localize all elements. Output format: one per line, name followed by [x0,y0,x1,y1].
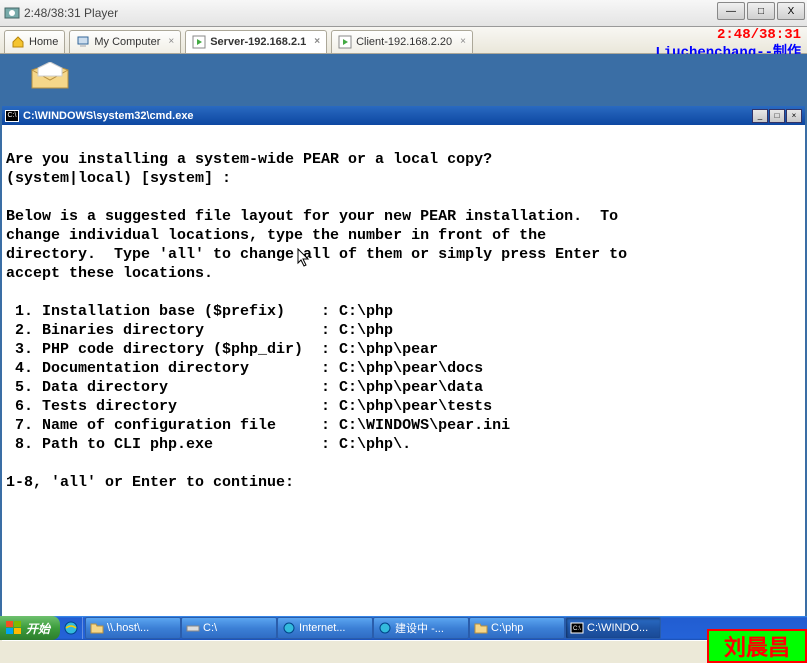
tab-server[interactable]: Server-192.168.2.1 × [185,30,327,53]
taskbar-button-cmd[interactable]: C:\ C:\WINDO... [565,617,661,639]
task-label: Internet... [299,622,345,634]
vm-power-icon [192,35,206,49]
quick-launch-ie-icon[interactable] [62,618,80,638]
task-label: 建设中 -... [395,620,444,636]
tab-home[interactable]: Home [4,30,65,53]
mail-desktop-icon[interactable] [30,62,70,92]
cmd-title: C:\WINDOWS\system32\cmd.exe [23,110,752,122]
tab-label: Home [29,36,58,48]
svg-text:C:\: C:\ [573,626,581,632]
cmd-terminal-output[interactable]: Are you installing a system-wide PEAR or… [2,125,805,641]
windows-flag-icon [6,621,22,635]
player-titlebar: 2:48/38:31 Player — □ X [0,0,807,27]
vm-tab-strip: Home My Computer × Server-192.168.2.1 × … [0,27,807,54]
cmd-titlebar[interactable]: C:\ C:\WINDOWS\system32\cmd.exe _ □ × [2,106,805,125]
folder-icon [474,621,488,635]
tab-close-icon[interactable]: × [460,36,466,47]
task-label: \\.host\... [107,622,149,634]
player-close-button[interactable]: X [777,2,805,20]
folder-icon [90,621,104,635]
windows-taskbar: 开始 \\.host\... C:\ Internet... 建设中 -... [0,616,807,640]
cmd-icon: C:\ [5,110,19,122]
quick-launch-bar [60,617,83,639]
taskbar-button-internet[interactable]: Internet... [277,617,373,639]
cmd-window: C:\ C:\WINDOWS\system32\cmd.exe _ □ × Ar… [2,106,805,641]
vm-power-icon [338,35,352,49]
start-label: 开始 [26,620,50,637]
player-title: 2:48/38:31 Player [24,6,118,20]
taskbar-button-cphp[interactable]: C:\php [469,617,565,639]
task-label: C:\ [203,622,217,634]
tab-close-icon[interactable]: × [314,36,320,47]
home-icon [11,35,25,49]
taskbar-button-host[interactable]: \\.host\... [85,617,181,639]
tab-label: Server-192.168.2.1 [210,36,306,48]
drive-icon [186,621,200,635]
cmd-maximize-button[interactable]: □ [769,109,785,123]
guest-desktop[interactable]: C:\ C:\WINDOWS\system32\cmd.exe _ □ × Ar… [0,54,807,640]
start-button[interactable]: 开始 [0,616,60,640]
tab-label: My Computer [94,36,160,48]
ie-icon [378,621,392,635]
cmd-minimize-button[interactable]: _ [752,109,768,123]
ie-icon [282,621,296,635]
cmd-close-button[interactable]: × [786,109,802,123]
taskbar-buttons: \\.host\... C:\ Internet... 建设中 -... C:\… [83,617,807,639]
taskbar-button-building[interactable]: 建设中 -... [373,617,469,639]
player-app-icon [4,5,20,21]
player-window-controls: — □ X [717,2,805,20]
player-minimize-button[interactable]: — [717,2,745,20]
task-label: C:\WINDO... [587,622,648,634]
cmd-icon: C:\ [570,621,584,635]
tab-my-computer[interactable]: My Computer × [69,30,181,53]
taskbar-button-cdrive[interactable]: C:\ [181,617,277,639]
tab-client[interactable]: Client-192.168.2.20 × [331,30,473,53]
task-label: C:\php [491,622,523,634]
computer-icon [76,35,90,49]
tab-label: Client-192.168.2.20 [356,36,452,48]
player-maximize-button[interactable]: □ [747,2,775,20]
tab-close-icon[interactable]: × [168,36,174,47]
author-watermark: 刘晨昌 [707,629,807,663]
